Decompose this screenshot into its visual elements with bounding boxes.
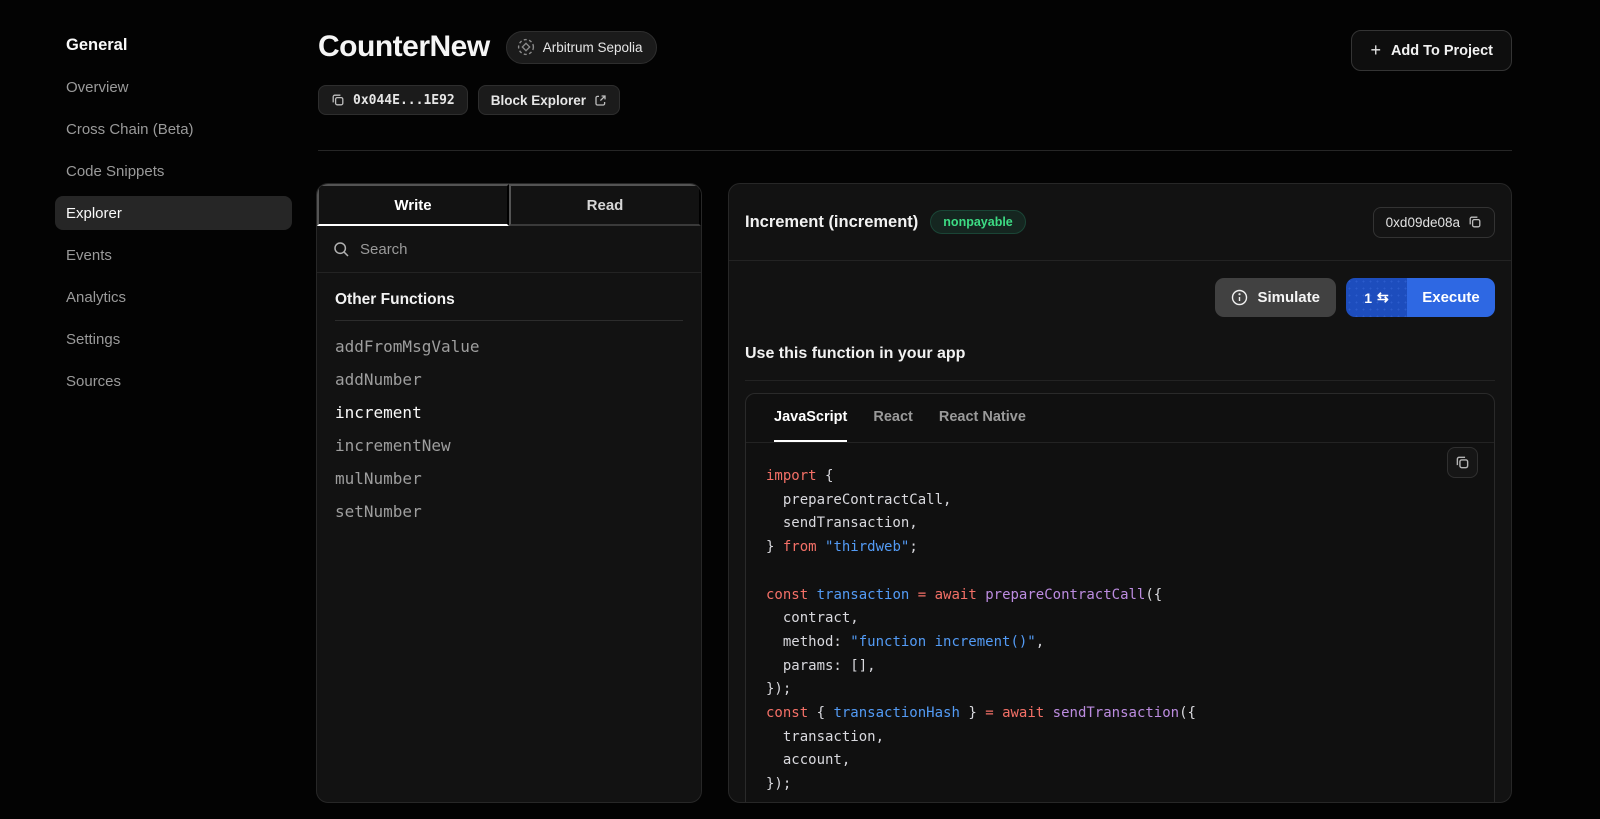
code-tab-javascript[interactable]: JavaScript (774, 394, 847, 442)
function-detail-panel: Increment (increment) nonpayable 0xd09de… (728, 183, 1512, 803)
code-language-tabs: JavaScript React React Native (746, 394, 1494, 443)
sidebar-heading: General (66, 36, 127, 55)
function-item-mulnumber[interactable]: mulNumber (335, 469, 683, 488)
code-line: const { transactionHash } = await sendTr… (766, 702, 1470, 726)
sidebar: General Overview Cross Chain (Beta) Code S… (0, 0, 300, 819)
simulate-button[interactable]: Simulate (1215, 278, 1336, 317)
other-functions-divider (335, 320, 683, 321)
swap-arrows-icon: ⇆ (1377, 289, 1389, 306)
function-detail-header: Increment (increment) nonpayable 0xd09de… (729, 184, 1511, 260)
code-line: const transaction = await prepareContrac… (766, 584, 1470, 608)
execute-button[interactable]: Execute (1407, 278, 1495, 317)
code-line: transaction, (766, 726, 1470, 750)
sidebar-nav: Overview Cross Chain (Beta) Code Snippets E… (55, 70, 292, 406)
sidebar-item-settings[interactable]: Settings (55, 322, 292, 356)
function-item-addfrommsgvalue[interactable]: addFromMsgValue (335, 337, 683, 356)
execute-button-group: 1 ⇆ Execute (1346, 278, 1495, 317)
function-selector-chip[interactable]: 0xd09de08a (1373, 207, 1495, 238)
contract-address-label: 0x044E...1E92 (353, 93, 455, 108)
header-pills-row: 0x044E...1E92 Block Explorer (318, 85, 620, 115)
functions-section: Other Functions addFromMsgValue addNumber… (317, 273, 701, 553)
sidebar-item-cross-chain-beta[interactable]: Cross Chain (Beta) (55, 112, 292, 146)
sidebar-item-code-snippets[interactable]: Code Snippets (55, 154, 292, 188)
sidebar-item-overview[interactable]: Overview (55, 70, 292, 104)
function-selector-label: 0xd09de08a (1386, 215, 1460, 230)
code-line: }); (766, 678, 1470, 702)
page-title: CounterNew (318, 30, 490, 64)
code-snippet: import { prepareContractCall, sendTransa… (766, 465, 1470, 797)
code-line: import { (766, 465, 1470, 489)
write-read-tabs: WriteRead (317, 184, 701, 226)
simulate-label: Simulate (1257, 289, 1320, 306)
sidebar-item-explorer[interactable]: Explorer (55, 196, 292, 230)
info-icon (1231, 289, 1248, 306)
function-search-row (317, 226, 701, 273)
queue-count-badge[interactable]: 1 ⇆ (1346, 278, 1407, 317)
title-row: CounterNew Arbitrum Sepolia (318, 30, 657, 64)
function-item-addnumber[interactable]: addNumber (335, 370, 683, 389)
arbitrum-network-icon (517, 38, 535, 56)
mutability-badge: nonpayable (930, 210, 1025, 234)
code-line (766, 560, 1470, 584)
code-area: import { prepareContractCall, sendTransa… (746, 443, 1494, 797)
tab-write[interactable]: Write (317, 184, 509, 226)
execute-label: Execute (1422, 289, 1480, 306)
search-icon (333, 241, 350, 258)
code-line: sendTransaction, (766, 512, 1470, 536)
other-functions-heading: Other Functions (335, 291, 683, 309)
code-tab-react-native[interactable]: React Native (939, 394, 1026, 442)
code-line: params: [], (766, 655, 1470, 679)
function-list: addFromMsgValue addNumber increment increme… (335, 337, 683, 521)
function-item-increment[interactable]: increment (335, 403, 683, 422)
code-snippet-card: JavaScript React React Native import { pre… (745, 393, 1495, 803)
plus-icon: + (1370, 40, 1381, 61)
code-tab-react[interactable]: React (873, 394, 913, 442)
function-item-setnumber[interactable]: setNumber (335, 502, 683, 521)
actions-row: Simulate 1 ⇆ Execute (729, 261, 1511, 317)
code-line: method: "function increment()", (766, 631, 1470, 655)
copy-icon (331, 93, 345, 107)
function-title: Increment (increment) (745, 213, 918, 232)
functions-panel: WriteRead Other Functions addFromMsgValu… (316, 183, 702, 803)
copy-icon (1468, 215, 1482, 229)
block-explorer-chip[interactable]: Block Explorer (478, 85, 620, 115)
sidebar-item-events[interactable]: Events (55, 238, 292, 272)
usage-heading: Use this function in your app (745, 345, 1495, 363)
contract-address-chip[interactable]: 0x044E...1E92 (318, 85, 468, 115)
usage-divider (745, 380, 1495, 381)
code-line: prepareContractCall, (766, 489, 1470, 513)
contract-explorer-page: General Overview Cross Chain (Beta) Code S… (0, 0, 1600, 819)
tab-read[interactable]: Read (509, 184, 701, 226)
add-to-project-label: Add To Project (1391, 43, 1493, 59)
code-line: }); (766, 773, 1470, 797)
copy-code-button[interactable] (1447, 447, 1478, 478)
add-to-project-button[interactable]: + Add To Project (1351, 30, 1512, 71)
header-divider (318, 150, 1512, 151)
function-item-incrementnew[interactable]: incrementNew (335, 436, 683, 455)
code-line: account, (766, 749, 1470, 773)
block-explorer-label: Block Explorer (491, 93, 586, 108)
copy-icon (1455, 455, 1470, 470)
queue-count: 1 (1364, 290, 1372, 306)
code-line: contract, (766, 607, 1470, 631)
sidebar-item-sources[interactable]: Sources (55, 364, 292, 398)
search-input[interactable] (360, 241, 685, 258)
external-link-icon (594, 94, 607, 107)
sidebar-item-analytics[interactable]: Analytics (55, 280, 292, 314)
code-line: } from "thirdweb"; (766, 536, 1470, 560)
network-badge[interactable]: Arbitrum Sepolia (506, 31, 658, 64)
network-badge-label: Arbitrum Sepolia (543, 40, 643, 55)
